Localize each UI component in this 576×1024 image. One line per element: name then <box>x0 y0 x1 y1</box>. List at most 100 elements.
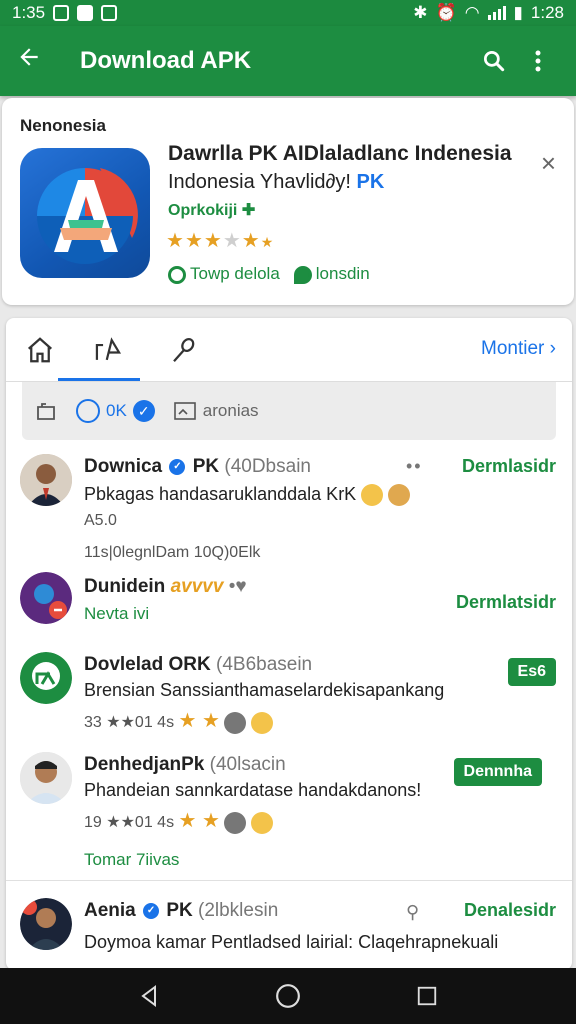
star-icon: ★ <box>203 230 223 252</box>
item-meta: (40Dbsain <box>224 456 311 477</box>
wifi-icon: ◠ <box>464 3 480 22</box>
item-name-suffix: avvvv <box>170 576 224 597</box>
avatar <box>20 454 72 506</box>
battery-icon: ▮ <box>513 3 523 22</box>
page-title: Download APK <box>80 47 252 74</box>
avatar <box>20 572 72 624</box>
list-item[interactable]: Dunidein avvvv •♥ Nevta ivi Dermlatsidr <box>6 568 572 648</box>
tab-search[interactable] <box>164 330 204 370</box>
signal-icon <box>487 6 506 20</box>
featured-app-card[interactable]: Nenonesia Dawrlla PK AIDlaladlanc Indene… <box>2 98 574 305</box>
status-time-right: 1:28 <box>530 3 564 22</box>
star-icon: ★ <box>241 230 261 252</box>
app-logo-icon[interactable] <box>20 148 150 278</box>
system-nav-bar <box>0 968 576 1024</box>
emoji-icon <box>224 811 247 834</box>
app-meta: Towp delola lonsdin <box>168 264 370 284</box>
download-button[interactable]: Dermlatsidr <box>456 592 556 613</box>
notification-icon <box>53 5 70 21</box>
item-name: DenhedjanPk (40lsacin <box>84 754 286 776</box>
developer-name[interactable]: Oprkokiji ✚ <box>168 200 255 220</box>
star-icon: ★ <box>222 230 242 252</box>
share-icon <box>95 337 122 361</box>
item-text: Nevta ivi <box>84 604 150 623</box>
star-icon: ★ ★ <box>178 810 220 832</box>
status-time-left: 1:35 <box>12 3 46 22</box>
emoji-icon <box>250 711 273 734</box>
circle-home-icon <box>276 984 300 1008</box>
app-subtitle: Indonesia Yhavlid∂y! PK <box>168 171 384 194</box>
bluetooth-icon: ✱ <box>413 3 428 22</box>
monitor-link[interactable]: Montier › <box>481 338 556 360</box>
item-name: Dovlelad ORK (4B6basein <box>84 654 312 676</box>
avatar <box>20 898 72 950</box>
item-rating: 19 ★★01 4s ★ ★ <box>84 808 273 834</box>
region-label: Nenonesia <box>20 116 106 135</box>
item-rating-text: 19 ★★01 4s <box>84 814 175 831</box>
filter-aronias-label: aronias <box>202 401 259 420</box>
item-text-value: Pbkagas handasaruklanddala KrK <box>84 484 357 504</box>
item-small: 11s|0legnlDam 10Q)0Elk <box>84 544 261 561</box>
item-name: Downica ✓ PK (40Dbsain <box>84 456 311 478</box>
app-bar: Download APK <box>0 26 576 96</box>
meta-item-2: lonsdin <box>293 264 370 284</box>
download-button[interactable]: Denalesidr <box>464 900 556 921</box>
item-text: Brensian Sanssianthamaselardekisapankang <box>84 680 445 700</box>
mail-icon <box>101 5 118 21</box>
filter-aronias[interactable]: aronias <box>173 400 259 422</box>
check-icon: ✓ <box>132 400 155 422</box>
star-icon: ★ <box>166 230 185 252</box>
status-bar: 1:35 ✱ ⏰ ◠ ▮ 1:28 <box>0 0 576 26</box>
list-item[interactable]: Downica ✓ PK (40Dbsain •• Dermlasidr Pbk… <box>6 448 572 561</box>
list-item[interactable]: DenhedjanPk (40lsacin Dennnha Phandeian … <box>6 748 572 878</box>
clock-icon <box>168 265 186 284</box>
square-recents-icon <box>417 986 436 1006</box>
close-icon[interactable]: × <box>541 148 556 179</box>
home-icon <box>28 337 52 363</box>
emoji-icon <box>388 484 411 507</box>
chat-badge-button[interactable]: Es6 <box>507 658 556 686</box>
filter-ok-label: 0K <box>106 401 127 420</box>
verified-icon: ✓ <box>169 458 186 475</box>
divider <box>6 880 572 881</box>
tab-bar: Montier › <box>6 318 572 382</box>
triangle-back-icon <box>141 985 157 1007</box>
item-rating-text: 33 ★★01 4s <box>84 714 175 731</box>
item-text: Pbkagas handasaruklanddala KrK <box>84 484 411 507</box>
arrow-left-icon[interactable] <box>16 44 60 78</box>
tab-home[interactable] <box>20 330 60 370</box>
more-vert-icon[interactable] <box>516 39 560 83</box>
list-item[interactable]: Aenia ✓ PK (2lbklesin ⚲ Denalesidr Doymo… <box>6 892 572 970</box>
nav-back-button[interactable] <box>129 976 169 1016</box>
filter-cart[interactable] <box>34 399 58 423</box>
developer-label: Oprkokiji <box>168 202 238 219</box>
item-name-text: DenhedjanPk <box>84 754 205 775</box>
list-item[interactable]: Dovlelad ORK (4B6basein Es6 Brensian San… <box>6 648 572 748</box>
item-name-text: Aenia <box>84 900 136 921</box>
nav-home-button[interactable] <box>268 976 308 1016</box>
item-rating: 33 ★★01 4s ★ ★ <box>84 708 273 734</box>
item-meta: (4B6basein <box>216 654 313 675</box>
filter-ok[interactable]: 0K ✓ <box>76 399 155 423</box>
item-name: Aenia ✓ PK (2lbklesin <box>84 900 278 922</box>
tab-share[interactable] <box>88 330 128 370</box>
heart-icon: •♥ <box>228 576 247 597</box>
item-footer-link[interactable]: Tomar 7iivas <box>84 850 179 870</box>
item-name-text: Dunidein <box>84 576 166 597</box>
nav-recents-button[interactable] <box>407 976 447 1016</box>
search-icon[interactable] <box>472 39 516 83</box>
feed-card: Montier › 0K ✓ aronias Downica ✓ PK (40D… <box>6 318 572 970</box>
more-dots-icon[interactable]: •• <box>406 456 423 477</box>
meta-text-2: lonsdin <box>315 264 370 283</box>
bag-icon <box>37 403 55 420</box>
avatar <box>20 652 72 704</box>
user-icon[interactable]: ⚲ <box>406 902 421 923</box>
download-button[interactable]: Dennnha <box>453 758 542 786</box>
chevron-right-icon: › <box>549 338 556 359</box>
active-tab-indicator <box>58 378 140 381</box>
monitor-label: Montier <box>481 338 545 359</box>
location-icon <box>293 265 312 284</box>
download-button[interactable]: Dermlasidr <box>462 456 556 477</box>
filter-bar: 0K ✓ aronias <box>22 382 556 440</box>
item-meta: (40lsacin <box>209 754 286 775</box>
